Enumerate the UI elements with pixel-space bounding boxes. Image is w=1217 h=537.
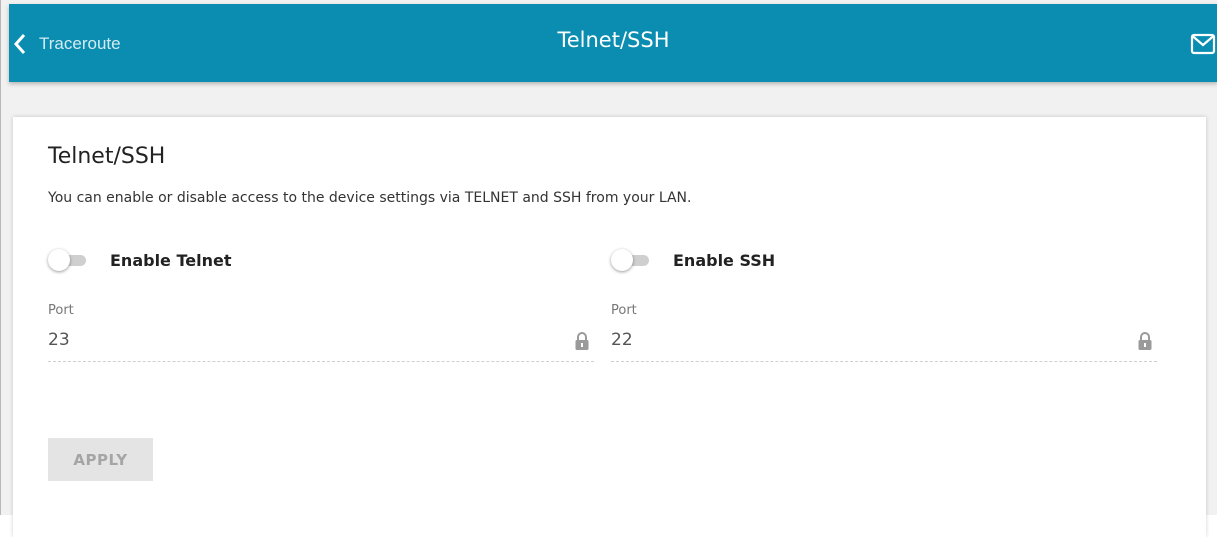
card-description: You can enable or disable access to the …	[48, 190, 692, 206]
switch-knob	[611, 249, 633, 271]
telnet-port-input[interactable]	[48, 330, 548, 350]
ssh-toggle-label: Enable SSH	[673, 250, 776, 270]
top-bar: Traceroute Telnet/SSH	[9, 4, 1217, 82]
telnet-port-label: Port	[48, 303, 74, 318]
card-title: Telnet/SSH	[48, 144, 166, 169]
telnet-switch[interactable]	[48, 248, 88, 272]
ssh-port-field: Port	[611, 303, 1157, 363]
settings-card: Telnet/SSH You can enable or disable acc…	[13, 117, 1206, 537]
ssh-port-input[interactable]	[611, 330, 1111, 350]
field-underline	[611, 361, 1157, 362]
page-title: Telnet/SSH	[557, 28, 670, 52]
mail-icon[interactable]	[1190, 33, 1216, 55]
apply-button[interactable]: APPLY	[48, 438, 153, 481]
switch-knob	[48, 249, 70, 271]
telnet-port-field: Port	[48, 303, 594, 363]
ssh-switch[interactable]	[611, 248, 651, 272]
ssh-toggle-row[interactable]: Enable SSH	[611, 248, 775, 272]
page-frame: Traceroute Telnet/SSH Telnet/SSH You can…	[0, 0, 1217, 537]
telnet-toggle-label: Enable Telnet	[110, 250, 232, 270]
ssh-port-label: Port	[611, 303, 637, 318]
lock-icon	[1138, 332, 1152, 350]
lock-icon	[575, 332, 589, 350]
field-underline	[48, 361, 594, 362]
telnet-toggle-row[interactable]: Enable Telnet	[48, 248, 232, 272]
